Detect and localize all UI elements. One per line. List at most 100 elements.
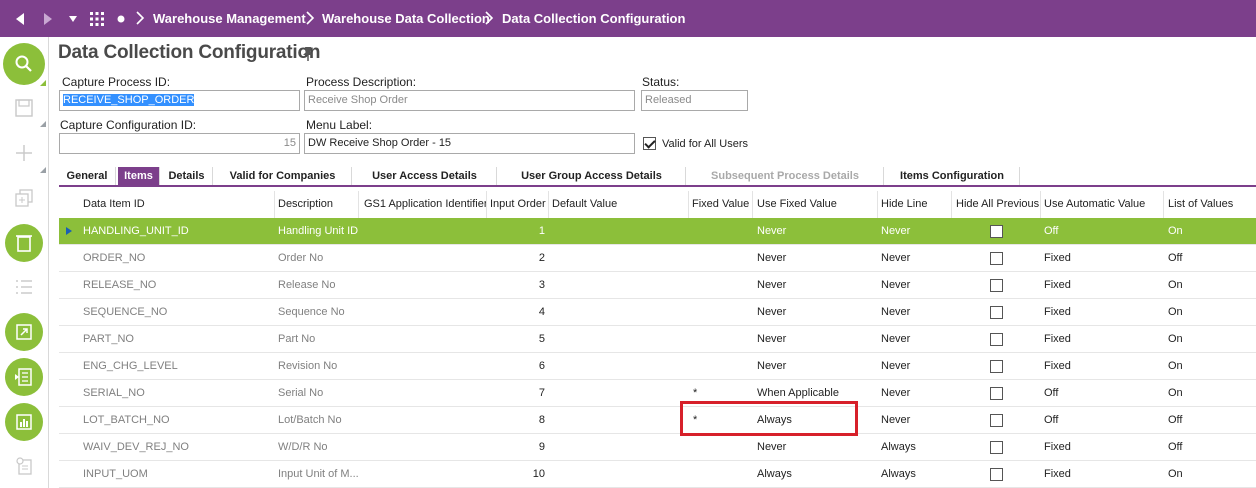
hide-all-previous-checkbox[interactable] (990, 468, 1003, 481)
data-item-id-cell: SERIAL_NO (83, 387, 145, 399)
table-row[interactable]: ORDER_NO Order No 2 Never Never Fixed Off (59, 245, 1256, 272)
table-row[interactable]: RELEASE_NO Release No 3 Never Never Fixed On (59, 272, 1256, 299)
tab-user-group-access-details[interactable]: User Group Access Details (498, 167, 686, 185)
home-button[interactable] (114, 0, 128, 37)
valid-for-all-users-label: Valid for All Users (662, 138, 748, 150)
column-header-hide-all-previous[interactable]: Hide All Previous (952, 191, 1041, 218)
column-header-gs1-application-identifier[interactable]: GS1 Application Identifier (360, 191, 487, 218)
column-header-use-automatic-value[interactable]: Use Automatic Value (1040, 191, 1164, 218)
save-button[interactable] (5, 89, 43, 127)
pin-button[interactable] (302, 46, 314, 65)
input-order-cell: 2 (538, 252, 545, 264)
table-row[interactable]: WAIV_DEV_REJ_NO W/D/R No 9 Never Always Fixed… (59, 434, 1256, 461)
chevron-right-icon (136, 11, 145, 25)
menu-label-field[interactable]: DW Receive Shop Order - 15 (304, 133, 635, 154)
top-bar: Warehouse Management Warehouse Data Coll… (0, 0, 1256, 37)
duplicate-button[interactable] (5, 179, 43, 217)
back-button[interactable] (8, 0, 32, 37)
details-button[interactable] (5, 358, 43, 396)
breadcrumb-warehouse-management[interactable]: Warehouse Management (153, 0, 306, 37)
tab-items-configuration[interactable]: Items Configuration (885, 167, 1020, 185)
column-header-description[interactable]: Description (274, 191, 359, 218)
table-row[interactable]: SERIAL_NO Serial No 7 * When Applicable Never… (59, 380, 1256, 407)
default-value-cell (549, 353, 689, 380)
list-of-values-cell: On (1168, 360, 1183, 372)
default-value-cell (549, 380, 689, 407)
table-row[interactable]: INPUT_UOM Input Unit of M... 10 Always Alway… (59, 461, 1256, 488)
process-description-field[interactable]: Receive Shop Order (304, 90, 635, 111)
search-button[interactable] (3, 43, 45, 85)
data-item-id-cell: RELEASE_NO (83, 279, 157, 291)
fixed-value-cell (689, 272, 753, 299)
table-row[interactable]: PART_NO Part No 5 Never Never Fixed On (59, 326, 1256, 353)
fixed-value-cell (689, 434, 753, 461)
description-cell: Part No (278, 333, 316, 345)
navigator-button[interactable] (86, 0, 108, 37)
column-header-default-value[interactable]: Default Value (548, 191, 689, 218)
report-button[interactable] (5, 447, 43, 485)
tab-details[interactable]: Details (161, 167, 213, 185)
list-of-values-cell: On (1168, 333, 1183, 345)
tab-bar: General Items Details Valid for Companie… (59, 167, 1256, 187)
use-automatic-value-cell: Fixed (1044, 441, 1071, 453)
add-icon (16, 145, 32, 161)
table-row[interactable]: ENG_CHG_LEVEL Revision No 6 Never Never Fixed… (59, 353, 1256, 380)
hide-all-previous-checkbox[interactable] (990, 306, 1003, 319)
menu-label-label: Menu Label: (306, 118, 373, 132)
default-value-cell (549, 407, 689, 434)
column-header-fixed-value[interactable]: Fixed Value (688, 191, 753, 218)
fixed-value-cell (689, 299, 753, 326)
tab-valid-for-companies[interactable]: Valid for Companies (214, 167, 352, 185)
table-row[interactable]: LOT_BATCH_NO Lot/Batch No 8 * Always Never Off… (59, 407, 1256, 434)
status-field[interactable]: Released (641, 90, 748, 111)
column-header-list-of-values[interactable]: List of Values (1164, 191, 1256, 218)
input-order-cell: 5 (538, 333, 545, 345)
breadcrumb-warehouse-data-collection[interactable]: Warehouse Data Collection (322, 0, 490, 37)
capture-process-id-field[interactable]: RECEIVE_SHOP_ORDER (59, 90, 300, 111)
list-of-values-cell: On (1168, 279, 1183, 291)
data-item-id-cell: ENG_CHG_LEVEL (83, 360, 178, 372)
hide-all-previous-checkbox[interactable] (990, 360, 1003, 373)
list-button[interactable] (5, 268, 43, 306)
input-order-cell: 8 (538, 414, 545, 426)
use-fixed-value-cell: Never (757, 333, 787, 345)
tab-items[interactable]: Items (118, 167, 160, 185)
chevron-right-icon (485, 11, 494, 25)
hide-all-previous-checkbox[interactable] (990, 279, 1003, 292)
add-button[interactable] (5, 134, 43, 172)
hide-all-previous-checkbox[interactable] (990, 441, 1003, 454)
hide-all-previous-checkbox[interactable] (990, 333, 1003, 346)
column-header-data-item-id[interactable]: Data Item ID (79, 191, 275, 218)
list-of-values-cell: On (1168, 306, 1183, 318)
hide-all-previous-checkbox[interactable] (990, 225, 1003, 238)
open-button[interactable] (5, 313, 43, 351)
use-fixed-value-cell: Never (757, 279, 787, 291)
history-dropdown-button[interactable] (64, 0, 82, 37)
hide-line-cell: Never (881, 387, 911, 399)
valid-for-all-users-checkbox[interactable] (643, 137, 656, 150)
list-of-values-cell: Off (1168, 441, 1183, 453)
capture-configuration-id-field[interactable]: 15 (59, 133, 300, 154)
delete-button[interactable] (5, 224, 43, 262)
table-row[interactable]: HANDLING_UNIT_ID Handling Unit ID 1 Never Ne… (59, 218, 1256, 245)
use-automatic-value-cell: Fixed (1044, 279, 1071, 291)
chart-button[interactable] (5, 403, 43, 441)
details-icon (15, 368, 32, 386)
use-automatic-value-cell: Fixed (1044, 333, 1071, 345)
column-header-hide-line[interactable]: Hide Line (877, 191, 952, 218)
hide-line-cell: Never (881, 252, 911, 264)
tab-user-access-details[interactable]: User Access Details (353, 167, 497, 185)
tab-general[interactable]: General (59, 167, 116, 185)
more-options-indicator (40, 167, 46, 173)
table-row[interactable]: SEQUENCE_NO Sequence No 4 Never Never Fixed On (59, 299, 1256, 326)
column-header-use-fixed-value[interactable]: Use Fixed Value (753, 191, 878, 218)
annotation-highlight-box (680, 401, 858, 436)
hide-all-previous-checkbox[interactable] (990, 252, 1003, 265)
fixed-value-cell (689, 326, 753, 353)
gs1-cell (360, 407, 486, 434)
column-header-input-order[interactable]: Input Order (486, 191, 549, 218)
hide-all-previous-checkbox[interactable] (990, 387, 1003, 400)
hide-all-previous-checkbox[interactable] (990, 414, 1003, 427)
forward-button[interactable] (36, 0, 60, 37)
list-of-values-cell: On (1168, 387, 1183, 399)
